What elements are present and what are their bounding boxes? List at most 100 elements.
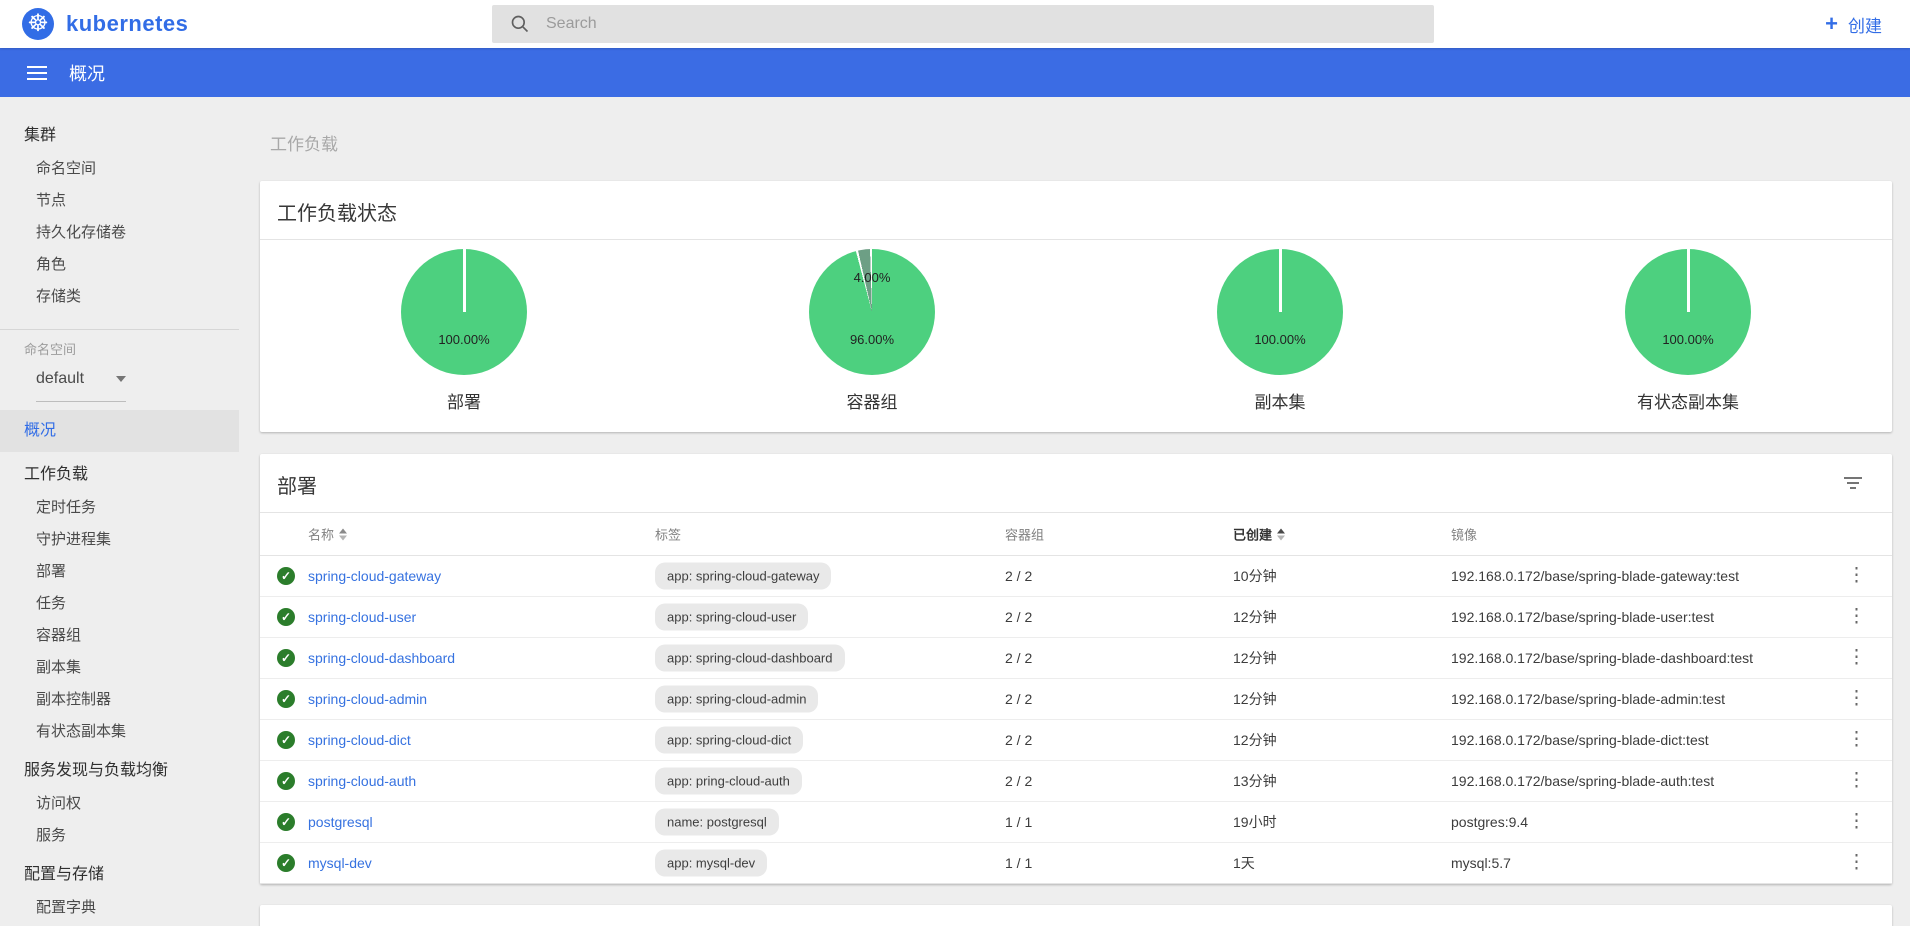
pie-stateful-sets: 100.00% 有状态副本集 — [1484, 249, 1892, 413]
pie-divider-line — [463, 249, 466, 312]
sidebar-item-cron-jobs[interactable]: 定时任务 — [0, 492, 239, 524]
row-menu-icon[interactable]: ⋮ — [1847, 733, 1866, 747]
age: 12分钟 — [1233, 607, 1277, 627]
sidebar-item-stateful-sets[interactable]: 有状态副本集 — [0, 716, 239, 748]
status-ok-icon: ✓ — [277, 690, 295, 708]
pie-chart: 100.00% — [1625, 249, 1751, 375]
create-label: 创建 — [1848, 12, 1882, 37]
row-menu-icon[interactable]: ⋮ — [1847, 815, 1866, 829]
sidebar-divider — [0, 329, 239, 330]
age: 12分钟 — [1233, 648, 1277, 668]
pie-replica-sets: 100.00% 副本集 — [1076, 249, 1484, 413]
row-menu-icon[interactable]: ⋮ — [1847, 569, 1866, 583]
status-ok-icon: ✓ — [277, 567, 295, 585]
pie-divider-line — [1687, 249, 1690, 312]
sidebar-item-replica-sets[interactable]: 副本集 — [0, 652, 239, 684]
sidebar-section-workloads[interactable]: 工作负载 — [0, 458, 239, 492]
deployment-link[interactable]: spring-cloud-dashboard — [308, 650, 455, 666]
pie-chart: 100.00% — [401, 249, 527, 375]
search-icon — [510, 14, 530, 34]
column-header-name[interactable]: 名称 — [308, 525, 347, 544]
namespace-label: 命名空间 — [0, 338, 239, 362]
row-menu-icon[interactable]: ⋮ — [1847, 651, 1866, 665]
age: 10分钟 — [1233, 566, 1277, 586]
row-menu-icon[interactable]: ⋮ — [1847, 610, 1866, 624]
pie-caption: 副本集 — [1255, 388, 1306, 413]
sidebar-section-discovery[interactable]: 服务发现与负载均衡 — [0, 754, 239, 788]
app-header: ☸ kubernetes + 创建 — [0, 0, 1910, 48]
menu-icon[interactable] — [27, 62, 47, 84]
column-header-pods[interactable]: 容器组 — [1005, 525, 1044, 544]
deployment-link[interactable]: spring-cloud-admin — [308, 691, 427, 707]
column-label: 名称 — [308, 525, 334, 544]
sidebar-item-pods[interactable]: 容器组 — [0, 620, 239, 652]
deployment-link[interactable]: mysql-dev — [308, 855, 372, 871]
row-menu-icon[interactable]: ⋮ — [1847, 692, 1866, 706]
deployment-link[interactable]: spring-cloud-gateway — [308, 568, 441, 584]
pie-percent-label: 100.00% — [1217, 332, 1343, 347]
pie-caption: 部署 — [447, 388, 481, 413]
image: 192.168.0.172/base/spring-blade-dict:tes… — [1451, 732, 1709, 748]
image: 192.168.0.172/base/spring-blade-user:tes… — [1451, 609, 1714, 625]
pie-chart: 100.00% — [1217, 249, 1343, 375]
create-button[interactable]: + 创建 — [1825, 0, 1882, 48]
pie-deployments: 100.00% 部署 — [260, 249, 668, 413]
label-chip: app: spring-cloud-gateway — [655, 563, 831, 590]
sidebar-item-daemon-sets[interactable]: 守护进程集 — [0, 524, 239, 556]
sidebar-section-config-storage[interactable]: 配置与存储 — [0, 858, 239, 892]
sidebar-item-ingresses[interactable]: 访问权 — [0, 788, 239, 820]
page-title: 概况 — [69, 60, 105, 86]
sidebar-item-deployments[interactable]: 部署 — [0, 556, 239, 588]
sidebar-item-persistent-volumes[interactable]: 持久化存储卷 — [0, 217, 239, 249]
label-chip: app: spring-cloud-admin — [655, 686, 818, 713]
age: 12分钟 — [1233, 730, 1277, 750]
pie-percent-label: 100.00% — [1625, 332, 1751, 347]
pie-percent-label: 100.00% — [401, 332, 527, 347]
column-header-created[interactable]: 已创建 — [1233, 525, 1285, 544]
deployment-link[interactable]: spring-cloud-auth — [308, 773, 416, 789]
table-header: 名称 标签 容器组 已创建 镜像 — [260, 513, 1892, 556]
sidebar-item-services[interactable]: 服务 — [0, 820, 239, 852]
workload-status-title: 工作负载状态 — [277, 197, 397, 226]
table-row: ✓ postgresql name: postgresql 1 / 1 19小时… — [260, 802, 1892, 843]
sidebar-item-roles[interactable]: 角色 — [0, 249, 239, 281]
deployment-link[interactable]: spring-cloud-dict — [308, 732, 411, 748]
pods-count: 2 / 2 — [1005, 691, 1032, 707]
sidebar-item-storage-classes[interactable]: 存储类 — [0, 281, 239, 313]
sidebar-item-namespaces[interactable]: 命名空间 — [0, 153, 239, 185]
pie-percent-label: 96.00% — [809, 332, 935, 347]
plus-icon: + — [1825, 13, 1838, 35]
row-menu-icon[interactable]: ⋮ — [1847, 774, 1866, 788]
sidebar-item-overview[interactable]: 概况 — [0, 410, 239, 452]
sidebar-item-config-maps[interactable]: 配置字典 — [0, 892, 239, 924]
table-row: ✓ spring-cloud-user app: spring-cloud-us… — [260, 597, 1892, 638]
status-ok-icon: ✓ — [277, 813, 295, 831]
row-menu-icon[interactable]: ⋮ — [1847, 856, 1866, 870]
pods-title: 容器组 — [277, 921, 337, 926]
pie-caption: 有状态副本集 — [1637, 388, 1739, 413]
image: 192.168.0.172/base/spring-blade-dashboar… — [1451, 650, 1753, 666]
pods-count: 2 / 2 — [1005, 773, 1032, 789]
search-bar[interactable] — [492, 5, 1434, 43]
sidebar-item-jobs[interactable]: 任务 — [0, 588, 239, 620]
sidebar-item-nodes[interactable]: 节点 — [0, 185, 239, 217]
pie-divider-line — [1279, 249, 1282, 312]
column-header-image[interactable]: 镜像 — [1451, 525, 1477, 544]
filter-icon[interactable] — [1844, 474, 1862, 492]
column-header-labels[interactable]: 标签 — [655, 525, 681, 544]
deployment-link[interactable]: postgresql — [308, 814, 373, 830]
search-input[interactable] — [546, 15, 1386, 33]
page-toolbar: 概况 — [0, 48, 1910, 97]
namespace-selector[interactable]: default — [36, 362, 126, 402]
pods-count: 2 / 2 — [1005, 609, 1032, 625]
deployments-title: 部署 — [277, 470, 317, 499]
image: postgres:9.4 — [1451, 814, 1528, 830]
sidebar-item-replication-controllers[interactable]: 副本控制器 — [0, 684, 239, 716]
column-label: 已创建 — [1233, 525, 1272, 544]
deployment-link[interactable]: spring-cloud-user — [308, 609, 416, 625]
workload-status-card: 工作负载状态 100.00% 部署 4.00% 96.00% 容器组 — [260, 181, 1892, 432]
sidebar-section-cluster[interactable]: 集群 — [0, 119, 239, 153]
workload-status-charts: 100.00% 部署 4.00% 96.00% 容器组 100.00% 副本集 — [260, 240, 1892, 432]
pie-caption: 容器组 — [847, 388, 898, 413]
kubernetes-brand[interactable]: ☸ kubernetes — [22, 8, 188, 40]
